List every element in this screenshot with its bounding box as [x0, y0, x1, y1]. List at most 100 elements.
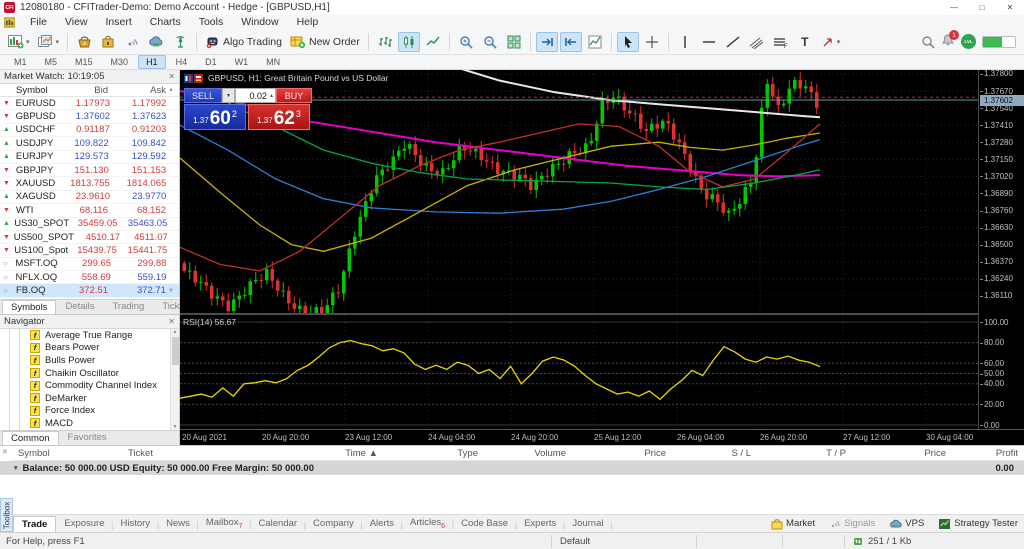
market-watch-header[interactable]: Market Watch: 10:19:05 ✕ [0, 70, 179, 84]
sell-price-display[interactable]: 1.37 60 2 [184, 104, 246, 130]
menu-tools[interactable]: Tools [190, 16, 233, 28]
timeframe-w1[interactable]: W1 [227, 55, 257, 69]
column-ticket[interactable]: Ticket [122, 448, 272, 459]
toolbox-tab-trade[interactable]: Trade [13, 516, 56, 532]
auto-scroll-button[interactable] [536, 32, 558, 52]
toolbox-tab-calendar[interactable]: Calendar| [250, 516, 305, 531]
navigator-item-average-true-range[interactable]: fAverage True Range [0, 329, 179, 342]
market-watch-row-us30_spot[interactable]: ▲US30_SPOT35459.0535463.05 [0, 218, 179, 231]
tab-favorites[interactable]: Favorites [59, 430, 116, 445]
column-type[interactable]: Type [384, 448, 484, 459]
tile-windows-button[interactable] [503, 32, 525, 52]
toolbox-tab-exposure[interactable]: Exposure| [56, 516, 112, 531]
navigator-item-chaikin-oscillator[interactable]: fChaikin Oscillator [0, 367, 179, 380]
new-chart-button[interactable]: ▾ [5, 32, 33, 52]
scroll-down-icon[interactable]: ▼ [166, 288, 176, 294]
market-watch-row-xagusd[interactable]: ▲XAGUSD23.961023.9770 [0, 191, 179, 204]
timeframe-m15[interactable]: M15 [67, 55, 101, 69]
toolbox-tab-experts[interactable]: Experts| [516, 516, 564, 531]
market-watch-row-nflx.oq[interactable]: ○NFLX.OQ558.69559.19 [0, 271, 179, 284]
column-bid[interactable]: Bid [52, 85, 108, 96]
market-watch-row-us500_spot[interactable]: ▼US500_SPOT4510.174511.07 [0, 231, 179, 244]
timeframe-m30[interactable]: M30 [103, 55, 137, 69]
menu-file[interactable]: File [21, 16, 56, 28]
trendline-tool-button[interactable] [722, 32, 744, 52]
market-watch-row-usdchf[interactable]: ▲USDCHF0.911870.91203 [0, 124, 179, 137]
zoom-in-button[interactable] [455, 32, 477, 52]
market-watch-row-wti[interactable]: ▼WTI68.11668.152 [0, 204, 179, 217]
column-price[interactable]: Price [572, 448, 672, 459]
column-symbol[interactable]: Symbol [16, 85, 52, 96]
notifications-bell-icon[interactable]: 1 [941, 33, 955, 50]
cursor-tool-button[interactable] [617, 32, 639, 52]
toolbox-tab-company[interactable]: Company| [305, 516, 362, 531]
chart-window-menu-icon[interactable] [4, 17, 15, 28]
timeframe-h1[interactable]: H1 [138, 55, 166, 69]
equidistant-channel-tool-button[interactable]: F [770, 32, 792, 52]
fibonacci-tool-button[interactable] [746, 32, 768, 52]
chart-shift-button[interactable] [560, 32, 582, 52]
menu-help[interactable]: Help [288, 16, 328, 28]
navigator-item-commodity-channel-index[interactable]: fCommodity Channel Index [0, 379, 179, 392]
toolbox-tab-mailbox[interactable]: Mailbox7| [198, 515, 251, 532]
strategy-tester-button[interactable]: Strategy Tester [938, 518, 1018, 530]
market-watch-row-eurusd[interactable]: ▼EURUSD1.179731.17992 [0, 97, 179, 110]
market-button[interactable]: Market [771, 518, 815, 530]
tab-symbols[interactable]: Symbols [2, 300, 56, 314]
navigator-item-macd[interactable]: fMACD [0, 417, 179, 430]
market-watch-row-fb.oq[interactable]: ○FB.OQ372.51372.71▼ [0, 284, 179, 297]
buy-price-display[interactable]: 1.37 62 3 [248, 104, 310, 130]
indicators-button[interactable] [584, 32, 606, 52]
column-volume[interactable]: Volume [484, 448, 572, 459]
candlestick-chart-type-button[interactable] [398, 32, 420, 52]
timeframe-d1[interactable]: D1 [197, 55, 225, 69]
toolbox-tab-journal[interactable]: Journal| [564, 516, 611, 531]
arrows-tool-button[interactable]: ▾ [818, 32, 844, 52]
timeframe-m5[interactable]: M5 [37, 55, 66, 69]
toolbox-side-tab[interactable]: Toolbox [0, 498, 13, 532]
menu-charts[interactable]: Charts [141, 16, 190, 28]
buy-button[interactable]: BUY [276, 88, 312, 103]
timeframe-m1[interactable]: M1 [6, 55, 35, 69]
tab-trading[interactable]: Trading [103, 299, 153, 314]
close-icon[interactable]: ✕ [2, 448, 8, 456]
close-icon[interactable]: ✕ [168, 317, 175, 326]
column-price[interactable]: Price [852, 448, 952, 459]
lvl-status-icon[interactable]: LVL [961, 34, 976, 49]
toolbox-tab-code-base[interactable]: Code Base| [453, 516, 516, 531]
column-symbol[interactable]: Symbol [12, 448, 122, 459]
navigator-header[interactable]: Navigator ✕ [0, 315, 179, 329]
tab-common[interactable]: Common [2, 431, 59, 445]
column-tp[interactable]: T / P [757, 448, 852, 459]
text-tool-button[interactable]: T [794, 32, 816, 52]
new-order-button[interactable]: New Order [287, 32, 363, 52]
time-axis[interactable]: 20 Aug 202120 Aug 20:0023 Aug 12:0024 Au… [180, 429, 1024, 445]
data-window-button[interactable] [97, 32, 119, 52]
trade-table-header[interactable]: SymbolTicketTime ▲TypeVolumePriceS / LT … [12, 446, 1024, 461]
navigator-item-bulls-power[interactable]: fBulls Power [0, 354, 179, 367]
volume-input[interactable]: 0.02 ▴ [235, 88, 276, 103]
line-chart-type-button[interactable] [422, 32, 444, 52]
market-watch-toggle-button[interactable] [73, 32, 95, 52]
crosshair-tool-button[interactable] [641, 32, 663, 52]
column-time[interactable]: Time ▲ [272, 448, 384, 459]
market-watch-row-xauusd[interactable]: ▼XAUUSD1813.7551814.065 [0, 177, 179, 190]
scroll-down-icon[interactable]: ▼ [173, 424, 178, 430]
column-sl[interactable]: S / L [672, 448, 757, 459]
navigator-item-bears-power[interactable]: fBears Power [0, 342, 179, 355]
navigator-item-demarker[interactable]: fDeMarker [0, 392, 179, 405]
scrollbar-thumb[interactable] [172, 337, 179, 365]
toolbox-tab-history[interactable]: History| [113, 516, 159, 531]
vps-cloud-button[interactable] [145, 32, 167, 52]
bar-chart-type-button[interactable] [374, 32, 396, 52]
signals-button[interactable]: Signals [829, 518, 875, 530]
scroll-up-icon[interactable]: ▲ [166, 87, 176, 93]
signals-toolbar-button[interactable] [121, 32, 143, 52]
market-watch-row-usdjpy[interactable]: ▲USDJPY109.822109.842 [0, 137, 179, 150]
tab-details[interactable]: Details [56, 299, 103, 314]
sell-button[interactable]: SELL [184, 88, 222, 103]
market-watch-column-header[interactable]: Symbol Bid Ask ▲ [0, 84, 179, 97]
chart-profiles-button[interactable]: ▾ [35, 32, 63, 52]
toolbox-tab-news[interactable]: News| [158, 516, 198, 531]
search-icon[interactable] [921, 35, 935, 49]
